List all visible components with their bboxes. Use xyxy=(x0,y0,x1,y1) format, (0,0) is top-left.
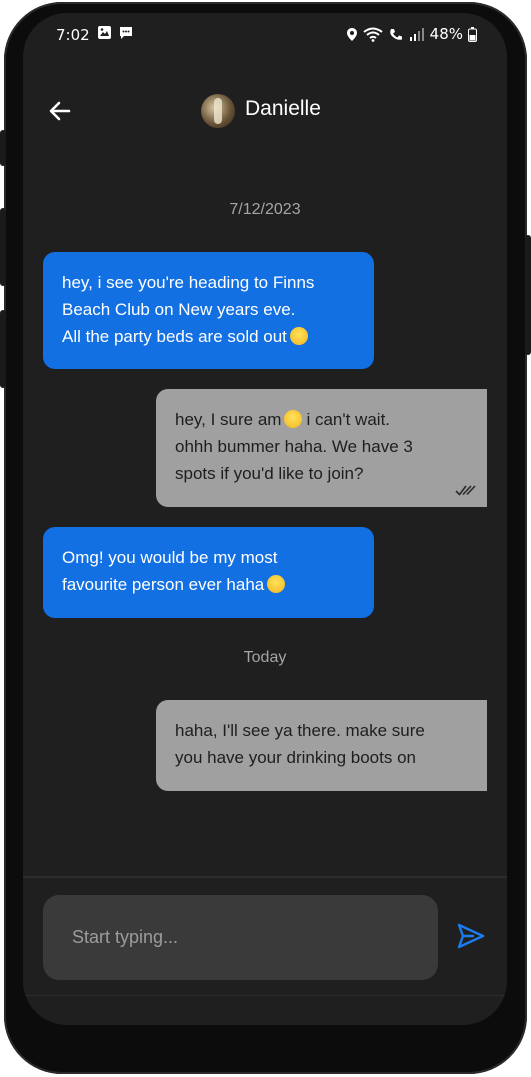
send-icon[interactable] xyxy=(455,920,487,952)
message-bubble-incoming[interactable]: Omg! you would be my most favourite pers… xyxy=(43,527,374,618)
message-bubble-outgoing[interactable]: hey, I sure am i can't wait. ohhh bummer … xyxy=(156,389,487,507)
contact-name: Danielle xyxy=(245,97,321,120)
side-button-volume-up xyxy=(0,208,6,286)
message-text-line: hey, I sure am i can't wait. xyxy=(175,406,468,433)
grimacing-emoji-icon xyxy=(284,410,303,428)
location-icon xyxy=(346,27,357,41)
side-button-volume-down xyxy=(0,310,6,388)
message-text: ohhh bummer haha. We have 3 xyxy=(175,437,413,456)
battery-percent: 48% xyxy=(429,25,463,43)
side-button-power xyxy=(0,130,6,166)
laughing-emoji-icon xyxy=(289,327,308,345)
message-list[interactable]: 7/12/2023 hey, i see you're heading to F… xyxy=(23,146,507,876)
wifi-call-icon xyxy=(389,28,402,40)
bottom-divider xyxy=(23,995,507,996)
message-text: favourite person ever haha xyxy=(62,575,265,594)
party-emoji-icon xyxy=(267,575,286,593)
message-input-placeholder: Start typing... xyxy=(72,927,179,947)
message-icon xyxy=(120,27,132,39)
date-separator: 7/12/2023 xyxy=(229,201,301,218)
message-text-line: All the party beds are sold out xyxy=(62,323,355,350)
app-screen: 7:02 48% Danielle 7/12/2023 hey, i see y… xyxy=(23,13,507,1025)
message-text: Omg! you would be my most xyxy=(62,548,278,567)
signal-icon xyxy=(409,27,424,41)
message-text: you have your drinking boots on xyxy=(175,748,416,767)
message-text: haha, I'll see ya there. make sure xyxy=(175,721,425,740)
avatar[interactable] xyxy=(201,94,235,128)
message-text-line: favourite person ever haha xyxy=(62,571,355,598)
arrow-left-icon[interactable] xyxy=(45,96,75,126)
message-text: All the party beds are sold out xyxy=(62,327,287,346)
message-input[interactable]: Start typing... xyxy=(43,895,438,980)
message-text: i can't wait. xyxy=(306,410,391,429)
status-system-icons: 48% xyxy=(346,25,477,43)
status-bar: 7:02 48% xyxy=(23,13,507,63)
message-text: spots if you'd like to join? xyxy=(175,464,364,483)
gallery-icon xyxy=(98,26,111,39)
double-check-icon xyxy=(455,485,476,496)
composer-divider xyxy=(23,876,507,878)
battery-icon xyxy=(468,26,477,42)
message-bubble-incoming[interactable]: hey, i see you're heading to Finns Beach… xyxy=(43,252,374,369)
wifi-icon xyxy=(363,27,383,42)
status-time: 7:02 xyxy=(56,26,90,44)
status-notification-icons xyxy=(97,25,134,40)
message-text: Beach Club on New years eve. xyxy=(62,300,296,319)
side-button-right xyxy=(525,235,531,355)
message-text: hey, I sure am xyxy=(175,410,282,429)
message-text: hey, i see you're heading to Finns xyxy=(62,273,315,292)
date-separator: Today xyxy=(243,649,287,666)
message-bubble-outgoing[interactable]: haha, I'll see ya there. make sure you h… xyxy=(156,700,487,791)
chat-header: Danielle xyxy=(23,83,507,145)
